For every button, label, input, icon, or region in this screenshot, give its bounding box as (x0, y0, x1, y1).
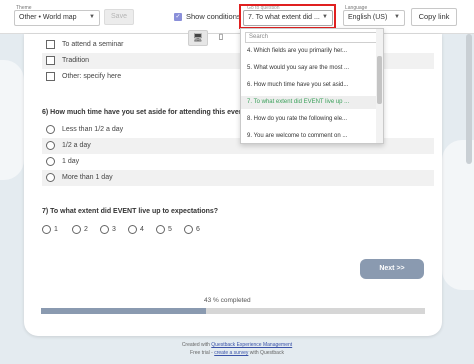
checkbox[interactable] (46, 72, 55, 81)
option-row[interactable]: 1 day (42, 154, 434, 170)
preview-toolbar: Theme Other • World map ▼ Save ✓ Show co… (0, 0, 474, 34)
next-button[interactable]: Next >> (360, 259, 424, 279)
chevron-down-icon: ▼ (394, 14, 400, 20)
highlight-frame (239, 4, 336, 29)
dropdown-search-input[interactable]: Search (245, 32, 377, 43)
theme-value: Other • World map (19, 14, 77, 21)
scale-label: 3 (112, 226, 116, 233)
checkbox[interactable] (46, 40, 55, 49)
option-label: Other: specify here (62, 73, 122, 80)
radio-button[interactable] (46, 157, 55, 166)
show-conditions-label: Show conditions (186, 12, 241, 21)
desktop-view-button[interactable]: 🖥 (188, 30, 208, 46)
theme-select[interactable]: Other • World map ▼ (14, 10, 100, 26)
radio-button[interactable] (128, 225, 137, 234)
footer-text: Created with (181, 342, 212, 348)
footer-text: with Questback (248, 350, 284, 356)
question-6-title: 6) How much time have you set aside for … (42, 109, 250, 116)
copy-link-button[interactable]: Copy link (411, 8, 457, 26)
tablet-view-button[interactable]: ▯ (212, 30, 230, 46)
scale-label: 4 (140, 226, 144, 233)
show-conditions-checkbox[interactable]: ✓ (174, 13, 182, 21)
map-land-left (0, 60, 24, 180)
footer-line-1: Created with Questback Experience Manage… (0, 342, 474, 348)
dropdown-item[interactable]: 9. You are welcome to comment on ... (241, 130, 377, 143)
dropdown-item[interactable]: 6. How much time have you set asid... (241, 79, 377, 92)
dropdown-item[interactable]: 4. Which fields are you primarily her... (241, 45, 377, 58)
dropdown-item-selected[interactable]: 7. To what extent did EVENT live up ... (241, 96, 377, 109)
tablet-icon: ▯ (218, 32, 224, 41)
radio-button[interactable] (156, 225, 165, 234)
chevron-down-icon: ▼ (89, 14, 95, 20)
question-7-title: 7) To what extent did EVENT live up to e… (42, 208, 219, 215)
dropdown-item[interactable]: 8. How do you rate the following ele... (241, 113, 377, 126)
radio-button[interactable] (46, 173, 55, 182)
option-label: 1/2 a day (62, 142, 91, 149)
dropdown-scroll-thumb[interactable] (377, 56, 382, 104)
language-value: English (US) (348, 14, 388, 21)
option-row[interactable]: More than 1 day (42, 170, 434, 186)
footer-line-2: Free trial - create a survey with Questb… (0, 350, 474, 356)
page-scrollbar[interactable] (466, 34, 472, 164)
scale-label: 2 (84, 226, 88, 233)
save-button[interactable]: Save (104, 9, 134, 25)
progress-fill (41, 308, 207, 314)
dropdown-scrollbar[interactable] (376, 29, 383, 143)
progress-label: 43 % completed (204, 297, 251, 304)
footer-text: Free trial - (190, 350, 215, 356)
questback-link[interactable]: Questback Experience Management (211, 342, 292, 348)
language-select[interactable]: English (US) ▼ (343, 10, 405, 26)
go-to-question-dropdown: Search 4. Which fields are you primarily… (240, 28, 384, 144)
radio-button[interactable] (46, 141, 55, 150)
checkbox[interactable] (46, 56, 55, 65)
progress-bar (41, 308, 425, 314)
create-survey-link[interactable]: create a survey (214, 350, 248, 356)
radio-button[interactable] (42, 225, 51, 234)
option-label: 1 day (62, 158, 80, 165)
radio-button[interactable] (184, 225, 193, 234)
radio-button[interactable] (72, 225, 81, 234)
option-label: More than 1 day (62, 174, 113, 181)
scale-label: 1 (54, 226, 58, 233)
option-label: Less than 1/2 a day (62, 126, 124, 133)
desktop-icon: 🖥 (192, 33, 204, 42)
scale-label: 6 (196, 226, 200, 233)
radio-button[interactable] (46, 125, 55, 134)
option-label: To attend a seminar (62, 41, 124, 48)
radio-button[interactable] (100, 225, 109, 234)
option-label: Tradition (62, 57, 89, 64)
dropdown-item[interactable]: 5. What would you say are the most ... (241, 62, 377, 75)
scale-label: 5 (168, 226, 172, 233)
